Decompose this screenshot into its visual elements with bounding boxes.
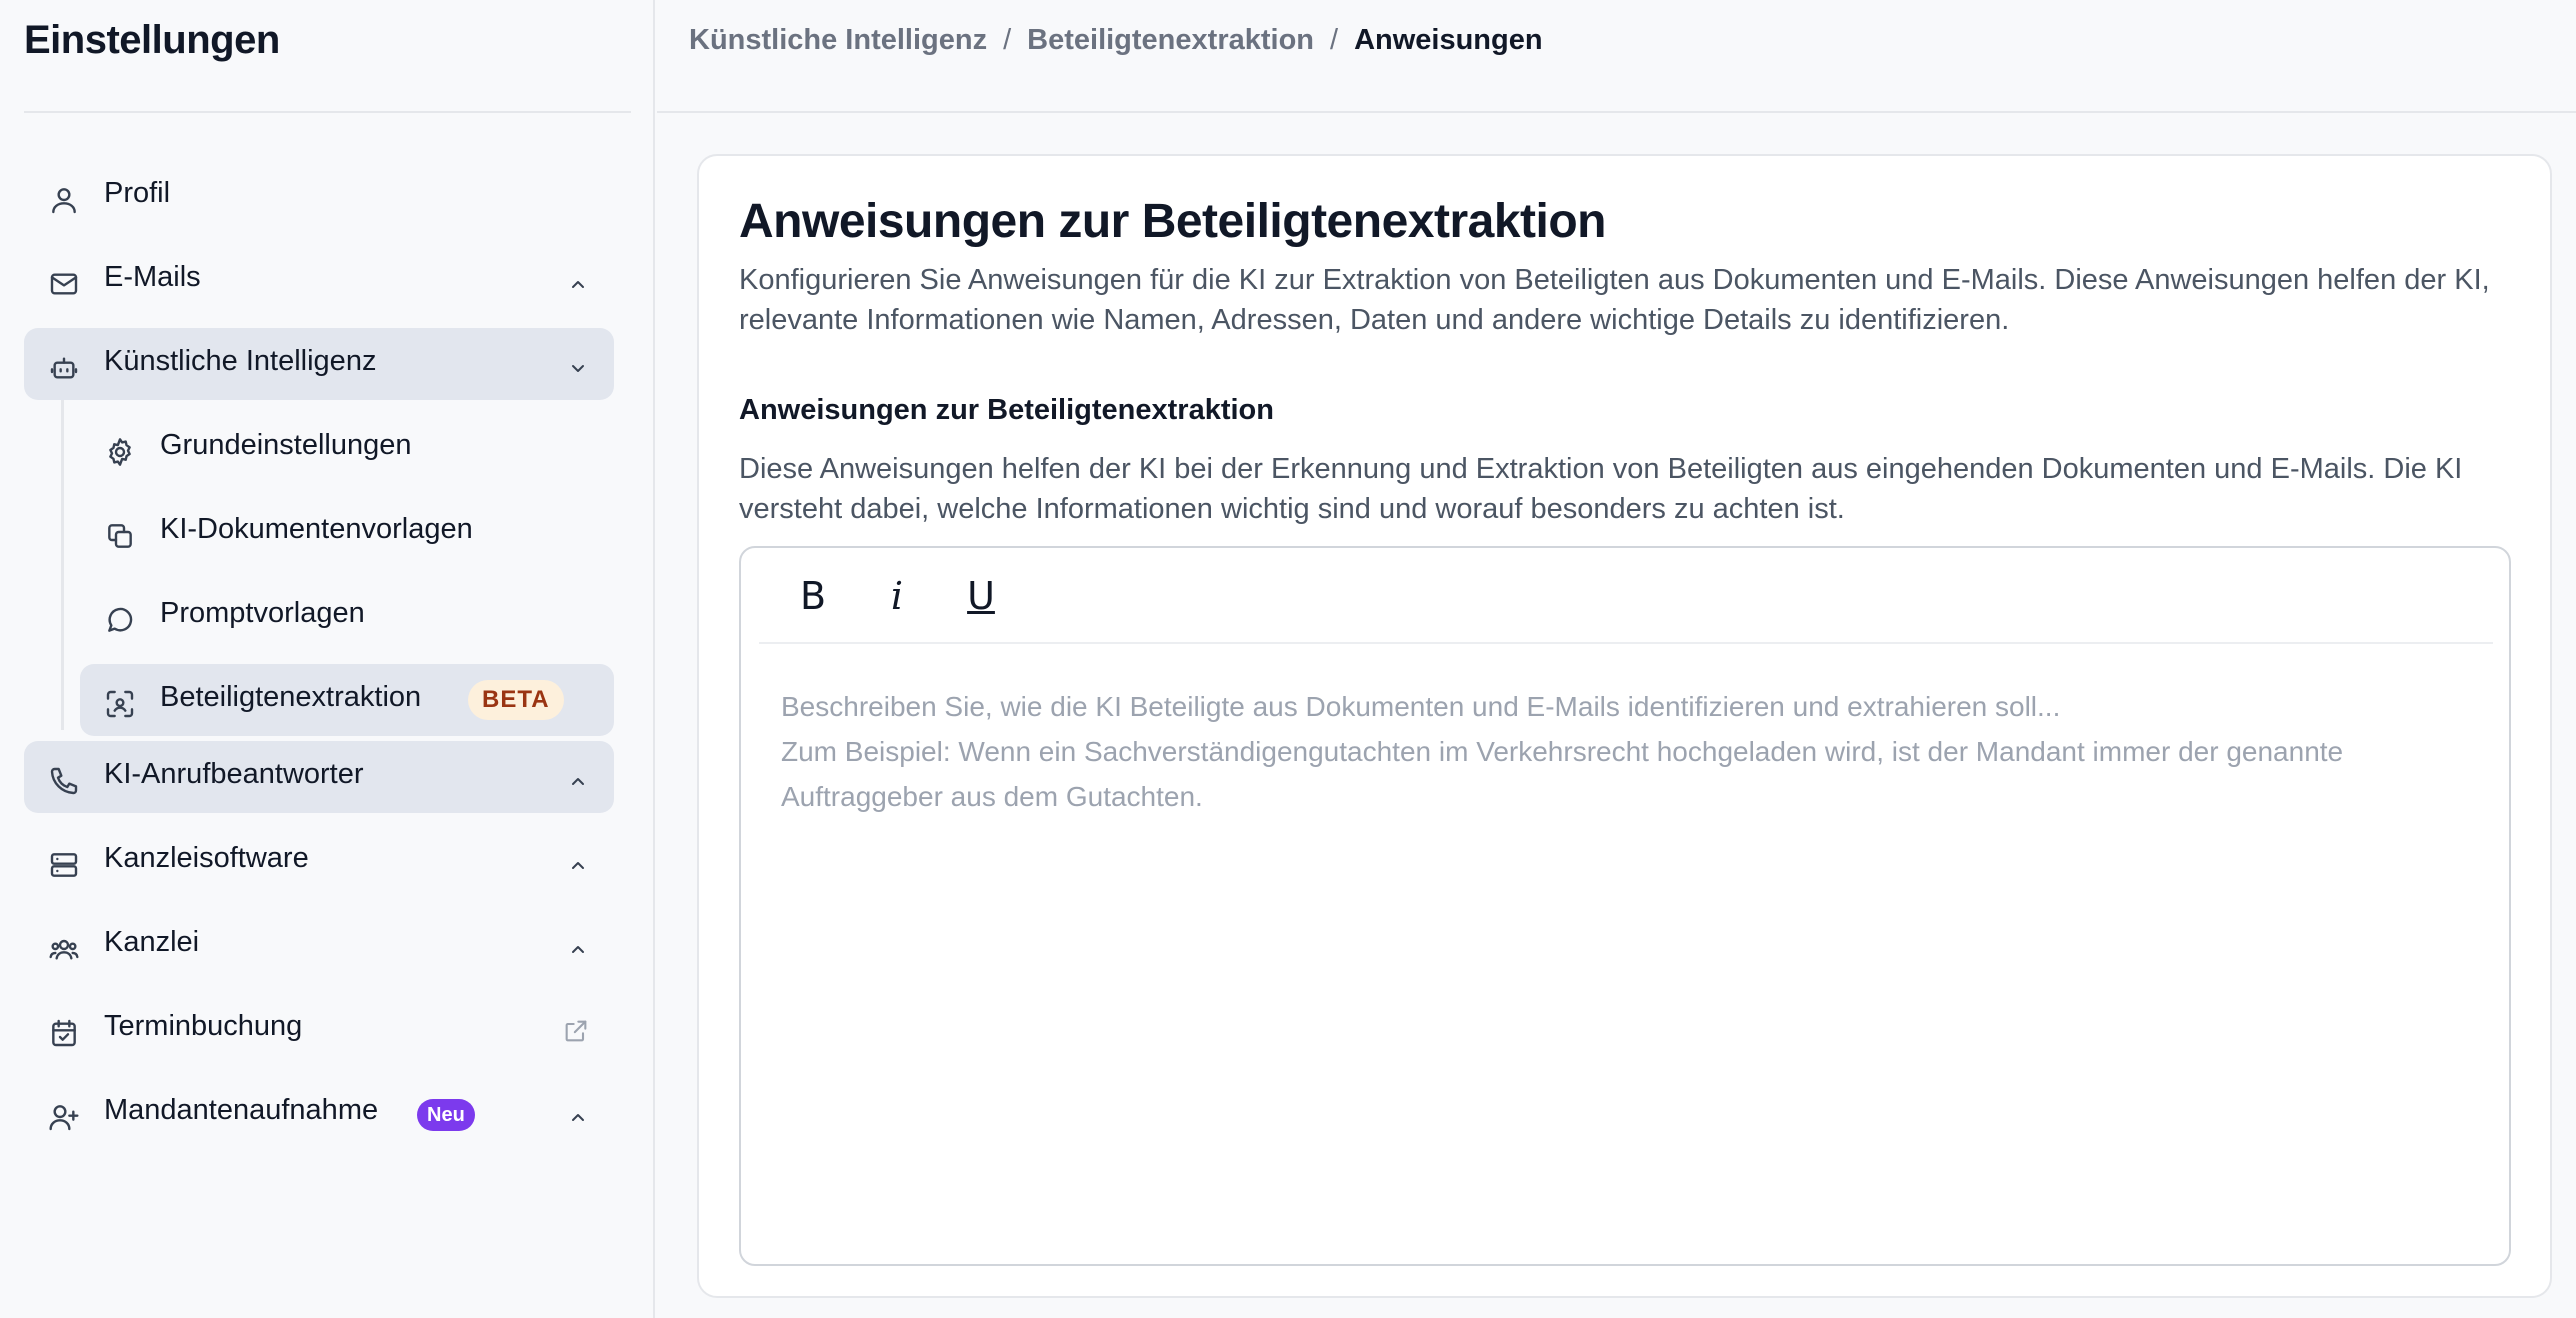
section-title: Anweisungen zur Beteiligtenextraktion xyxy=(739,394,1274,426)
breadcrumb-item-current: Anweisungen xyxy=(1354,24,1543,56)
sidebar-item-label: Kanzleisoftware xyxy=(104,842,309,874)
calendar-check-icon xyxy=(48,1017,80,1049)
italic-button[interactable]: i xyxy=(869,570,925,622)
chevron-up-icon xyxy=(566,769,590,793)
sidebar-subitem-promptvorlagen[interactable]: Promptvorlagen xyxy=(80,580,614,652)
breadcrumb-item-kuenstliche-intelligenz[interactable]: Künstliche Intelligenz xyxy=(689,24,987,57)
mail-icon xyxy=(48,268,80,300)
settings-sidebar: Einstellungen Profil E-Mails Künstliche … xyxy=(0,0,655,1318)
robot-icon xyxy=(48,352,80,384)
sidebar-item-label: Profil xyxy=(104,177,171,209)
chevron-up-icon xyxy=(566,937,590,961)
sidebar-item-label: Terminbuchung xyxy=(104,1010,303,1042)
user-plus-icon xyxy=(48,1101,80,1133)
sidebar-subitem-grundeinstellungen[interactable]: Grundeinstellungen xyxy=(80,412,614,484)
sidebar-item-label: Künstliche Intelligenz xyxy=(104,345,377,377)
sidebar-title: Einstellungen xyxy=(24,18,280,62)
new-badge: Neu xyxy=(417,1099,475,1131)
beta-badge: BETA xyxy=(468,680,564,720)
sidebar-item-mandantenaufnahme[interactable]: Mandantenaufnahme Neu xyxy=(24,1077,614,1149)
external-link-icon xyxy=(562,1017,590,1045)
breadcrumb-item-beteiligtenextraktion[interactable]: Beteiligtenextraktion xyxy=(1027,24,1314,57)
submenu-divider-line xyxy=(61,400,64,730)
chevron-down-icon xyxy=(566,356,590,380)
top-bar: Künstliche Intelligenz / Beteiligtenextr… xyxy=(657,0,2576,113)
phone-icon xyxy=(48,765,80,797)
instructions-textarea[interactable] xyxy=(781,684,2481,1244)
underline-button[interactable]: U xyxy=(953,570,1009,622)
instructions-card: Anweisungen zur Beteiligtenextraktion Ko… xyxy=(697,154,2552,1298)
scan-face-icon xyxy=(104,688,136,720)
sidebar-item-emails[interactable]: E-Mails xyxy=(24,244,614,316)
sidebar-subitem-ki-dokumentenvorlagen[interactable]: KI-Dokumentenvorlagen xyxy=(80,496,614,568)
sidebar-subitem-beteiligtenextraktion[interactable]: Beteiligtenextraktion BETA xyxy=(80,664,614,736)
sidebar-item-label: E-Mails xyxy=(104,261,201,293)
chevron-up-icon xyxy=(566,853,590,877)
sidebar-item-ki-anrufbeantworter[interactable]: KI-Anrufbeantworter xyxy=(24,741,614,813)
bold-button[interactable]: B xyxy=(785,570,841,622)
sidebar-subitem-label: Beteiligtenextraktion xyxy=(160,681,422,713)
breadcrumb: Künstliche Intelligenz / Beteiligtenextr… xyxy=(689,24,1543,57)
server-icon xyxy=(48,849,80,881)
chevron-up-icon xyxy=(566,1105,590,1129)
sidebar-item-terminbuchung[interactable]: Terminbuchung xyxy=(24,993,614,1065)
sidebar-item-kuenstliche-intelligenz[interactable]: Künstliche Intelligenz xyxy=(24,328,614,400)
chat-bubble-icon xyxy=(104,604,136,636)
section-description: Diese Anweisungen helfen der KI bei der … xyxy=(739,453,2463,525)
sidebar-subitem-label: Promptvorlagen xyxy=(160,597,365,629)
page-title: Anweisungen zur Beteiligtenextraktion xyxy=(739,195,1606,248)
sidebar-item-kanzleisoftware[interactable]: Kanzleisoftware xyxy=(24,825,614,897)
sidebar-item-label: Kanzlei xyxy=(104,926,200,958)
breadcrumb-separator: / xyxy=(1330,24,1339,56)
sidebar-subitem-label: KI-Dokumentenvorlagen xyxy=(160,513,473,545)
sidebar-item-profil[interactable]: Profil xyxy=(24,160,614,232)
users-icon xyxy=(48,933,80,965)
sidebar-subitem-label: Grundeinstellungen xyxy=(160,429,412,461)
rich-text-editor: B i U xyxy=(739,546,2511,1266)
sidebar-header: Einstellungen xyxy=(24,0,631,113)
sidebar-item-label: Mandantenaufnahme xyxy=(104,1094,379,1126)
breadcrumb-separator: / xyxy=(1003,24,1012,56)
sidebar-item-label: KI-Anrufbeantworter xyxy=(104,758,364,790)
chevron-up-icon xyxy=(566,272,590,296)
gear-icon xyxy=(104,436,136,468)
copy-icon xyxy=(104,520,136,552)
sidebar-item-kanzlei[interactable]: Kanzlei xyxy=(24,909,614,981)
user-icon xyxy=(48,184,80,216)
editor-toolbar: B i U xyxy=(759,548,2493,644)
page-description: Konfigurieren Sie Anweisungen für die KI… xyxy=(739,264,2490,336)
